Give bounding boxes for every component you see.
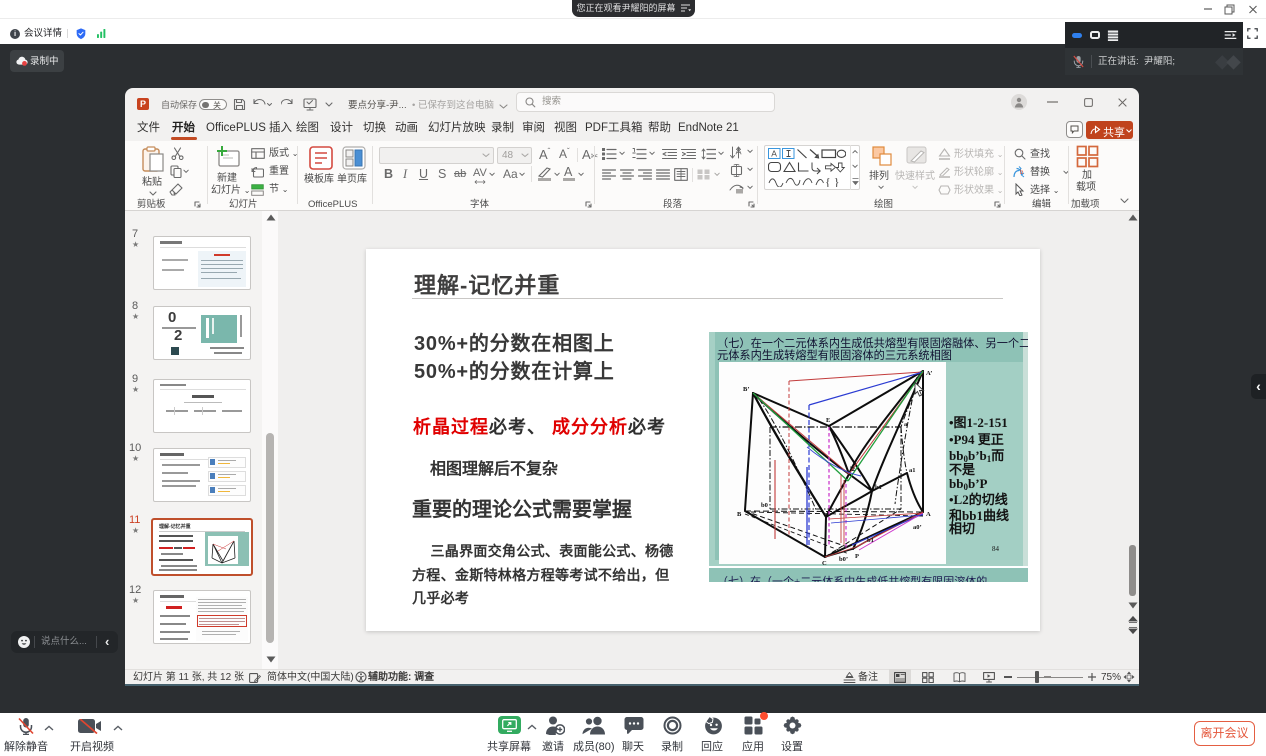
svg-text:C: C [822, 560, 827, 566]
svg-text:B: B [737, 511, 742, 518]
svg-text:84: 84 [992, 545, 1000, 553]
svg-text:A: A [926, 511, 931, 518]
svg-text:b1: b1 [867, 537, 874, 544]
svg-text:（七）在一个二元体系内生成低共熔型有限固熔融体、另一个二: （七）在一个二元体系内生成低共熔型有限固熔融体、另一个二 [717, 336, 1028, 350]
svg-text:不是: 不是 [949, 462, 976, 477]
svg-text:a0’: a0’ [913, 524, 922, 531]
svg-text:E: E [826, 417, 830, 424]
svg-text:B’: B’ [743, 386, 750, 393]
svg-text:a1: a1 [909, 467, 916, 474]
svg-text:P: P [855, 553, 859, 560]
svg-text:•L2的切线: •L2的切线 [949, 492, 1008, 507]
svg-text:bb0b’P: bb0b’P [949, 476, 988, 492]
svg-text:相切: 相切 [949, 521, 975, 536]
svg-text:l2: l2 [850, 466, 855, 473]
svg-text:b0’: b0’ [839, 556, 848, 563]
svg-text:b1: b1 [875, 484, 882, 491]
svg-text:•P94 更正: •P94 更正 [949, 432, 1004, 447]
svg-text:b0: b0 [761, 502, 768, 509]
svg-text:A’: A’ [926, 370, 932, 377]
svg-text:•图1-2-151: •图1-2-151 [949, 415, 1008, 430]
svg-text:{ }: { } [825, 175, 840, 187]
svg-text:元体系内生成转熔型有限固溶体的三元系统相图: 元体系内生成转熔型有限固溶体的三元系统相图 [717, 348, 952, 362]
svg-text:A: A [771, 149, 777, 159]
